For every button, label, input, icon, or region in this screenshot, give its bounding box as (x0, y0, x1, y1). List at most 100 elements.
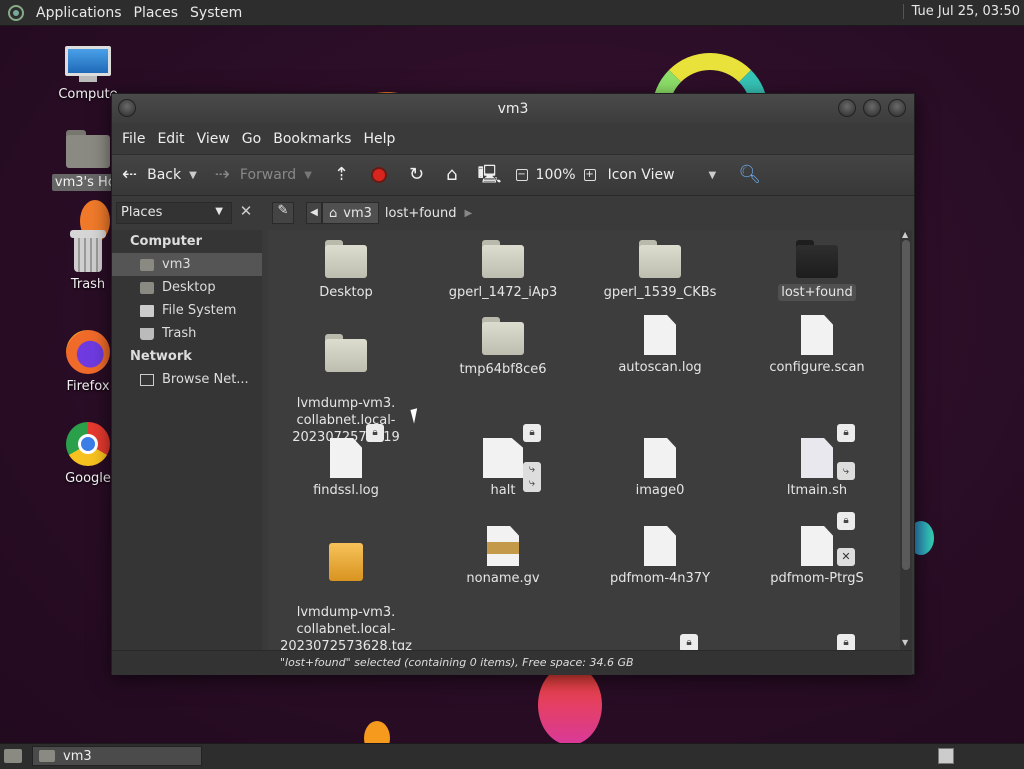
file-item-configure-scan[interactable]: configure.scan (747, 315, 887, 376)
menu-bookmarks[interactable]: Bookmarks (267, 131, 357, 147)
menu-go[interactable]: Go (236, 131, 267, 147)
forward-history-dropdown-icon[interactable]: ▼ (304, 170, 312, 181)
up-arrow-icon: ⇡ (333, 164, 349, 185)
menu-help[interactable]: Help (357, 131, 401, 147)
file-icon-view[interactable]: Desktop gperl_1472_iAp3 gperl_1539_CKBs … (268, 230, 900, 650)
file-item-noname-gv[interactable]: noname.gv (433, 526, 573, 587)
file-item-pdfmom-4n37y[interactable]: pdfmom-4n37Y (590, 526, 730, 587)
trash-icon (140, 327, 154, 340)
scroll-down-icon[interactable]: ▼ (902, 638, 908, 647)
zoom-in-button[interactable]: + (583, 169, 596, 181)
file-name: gperl_1539_CKBs (603, 285, 717, 300)
network-icon (140, 373, 154, 386)
file-item-lvmdump-tgz[interactable]: lvmdump-vm3. collabnet.local- 2023072573… (276, 526, 416, 650)
desktop-icon-label: Google (65, 471, 111, 486)
distro-logo-icon[interactable] (8, 4, 24, 21)
reload-button[interactable]: ↻ (409, 166, 424, 184)
view-mode-label: Icon View (607, 167, 675, 183)
vertical-scrollbar[interactable]: ▲ ▼ (900, 230, 912, 650)
home-button[interactable]: ⌂ (446, 166, 457, 184)
sidebar-item-desktop[interactable]: Desktop (112, 276, 262, 299)
sidebar-item-file-system[interactable]: File System (112, 299, 262, 322)
folder-icon (639, 240, 681, 278)
taskbar-item-vm3[interactable]: vm3 (32, 746, 202, 766)
symlink-file-icon (483, 438, 523, 478)
file-item-desktop[interactable]: Desktop (276, 240, 416, 301)
titlebar[interactable]: vm3 (112, 94, 914, 124)
up-button[interactable]: ⇡ (334, 166, 349, 184)
desktop-icon-label: Firefox (66, 379, 110, 394)
scrollbar-thumb[interactable] (902, 240, 910, 570)
file-item-lost-found[interactable]: lost+found (747, 240, 887, 301)
maximize-button[interactable] (863, 99, 881, 117)
search-button[interactable]: 🔍︎ (738, 166, 761, 184)
computer-icon: 🖳 (477, 164, 502, 185)
forward-arrow-icon: ⇢ (214, 164, 230, 185)
toggle-location-entry-button[interactable]: ✎ (272, 202, 294, 224)
file-icon (801, 526, 833, 566)
decoration-pink-blob (538, 665, 602, 745)
chrome-icon (66, 422, 110, 466)
script-file-icon (801, 438, 833, 478)
zoom-level[interactable]: 100% (536, 167, 576, 183)
computer-button[interactable]: 🖳 (478, 166, 502, 184)
file-item-autoscan-log[interactable]: autoscan.log (590, 315, 730, 376)
clock[interactable]: Tue Jul 25, 03:50 (902, 4, 1020, 19)
file-item-tmp64bf8ce6[interactable]: tmp64bf8ce6 (433, 317, 573, 378)
sidebar-item-label: File System (162, 303, 237, 318)
menu-file[interactable]: File (116, 131, 151, 147)
back-button[interactable]: ⇠ Back ▼ (122, 166, 197, 184)
zoom-out-button[interactable]: − (515, 169, 528, 181)
menu-system[interactable]: System (184, 5, 248, 21)
menu-applications[interactable]: Applications (30, 5, 128, 21)
breadcrumb: ◀ ⌂ vm3 lost+found ▶ (306, 202, 472, 224)
desktop-icon-label: Trash (70, 277, 106, 292)
file-item-lvmdump-dir[interactable]: lvmdump-vm3. collabnet.local- 2023072573… (276, 317, 416, 446)
sidebar-item-label: vm3 (162, 257, 191, 272)
symlink-emblem-icon: ⤷ (837, 462, 855, 480)
breadcrumb-scroll-left-button[interactable]: ◀ (306, 202, 322, 224)
drive-icon (140, 304, 154, 317)
stop-icon (371, 167, 387, 183)
forward-button[interactable]: ⇢ Forward ▼ (215, 166, 312, 184)
file-name: lvmdump-vm3. collabnet.local- 2023072573… (280, 605, 412, 650)
sidebar-item-browse-network[interactable]: Browse Net... (112, 368, 262, 391)
sidebar-item-trash[interactable]: Trash (112, 322, 262, 345)
breadcrumb-scroll-right-button[interactable]: ▶ (465, 208, 473, 219)
minimize-button[interactable] (838, 99, 856, 117)
scroll-up-icon[interactable]: ▲ (902, 230, 908, 239)
file-item-pdfmom-ptrgs[interactable]: pdfmom-PtrgS (747, 526, 887, 587)
home-icon: ⌂ (446, 164, 458, 185)
view-mode-select[interactable]: Icon View ▼ (608, 167, 717, 183)
back-label: Back (147, 167, 182, 183)
close-button[interactable] (888, 99, 906, 117)
menu-view[interactable]: View (191, 131, 236, 147)
file-item-gperl-1472[interactable]: gperl_1472_iAp3 (433, 240, 573, 301)
bottom-panel: vm3 (0, 743, 1024, 769)
lock-icon: 🔒︎ (680, 634, 698, 650)
breadcrumb-lost-found[interactable]: lost+found (379, 202, 463, 224)
file-item-ltmain-sh[interactable]: ltmain.sh (747, 438, 887, 499)
close-sidebar-button[interactable]: ✕ (236, 202, 256, 224)
text-file-icon (644, 315, 676, 355)
menu-places[interactable]: Places (128, 5, 185, 21)
breadcrumb-vm3[interactable]: ⌂ vm3 (322, 202, 379, 224)
file-item-findssl-log[interactable]: findssl.log (276, 438, 416, 499)
sidebar-item-label: Trash (162, 326, 197, 341)
stop-button[interactable] (371, 167, 387, 183)
lock-icon: 🔒︎ (523, 424, 541, 442)
menu-edit[interactable]: Edit (151, 131, 190, 147)
back-history-dropdown-icon[interactable]: ▼ (189, 170, 197, 181)
workspace-switcher[interactable] (938, 748, 954, 764)
sidebar-type-label: Places (121, 205, 163, 220)
file-item-halt[interactable]: halt (433, 438, 573, 499)
sidebar-type-select[interactable]: Places ▼ (116, 202, 232, 224)
top-panel: Applications Places System Tue Jul 25, 0… (0, 0, 1024, 26)
window-title: vm3 (497, 101, 529, 117)
chevron-down-icon: ▼ (708, 169, 717, 181)
file-item-gperl-1539[interactable]: gperl_1539_CKBs (590, 240, 730, 301)
folder-icon (482, 240, 524, 278)
sidebar-item-vm3[interactable]: vm3 (112, 253, 262, 276)
show-desktop-button[interactable] (4, 749, 22, 763)
file-item-image0[interactable]: image0 (590, 438, 730, 499)
